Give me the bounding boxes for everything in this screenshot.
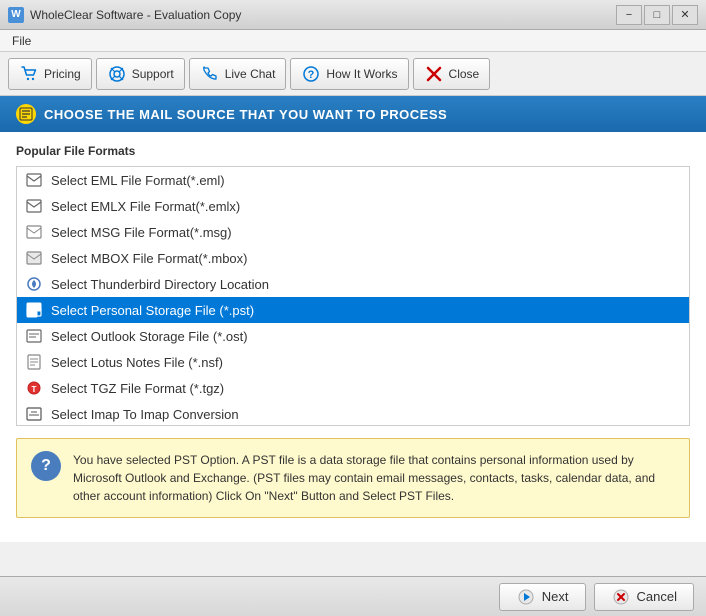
info-icon: ? xyxy=(31,451,61,481)
maximize-button[interactable]: □ xyxy=(644,5,670,25)
msg-icon xyxy=(25,223,43,241)
window-close-button[interactable]: ✕ xyxy=(672,5,698,25)
question-icon: ? xyxy=(301,64,321,84)
support-icon xyxy=(107,64,127,84)
main-content: Popular File Formats Select EML File For… xyxy=(0,132,706,542)
title-bar: W WholeClear Software - Evaluation Copy … xyxy=(0,0,706,30)
next-label: Next xyxy=(542,589,569,604)
svg-text:T: T xyxy=(32,385,37,394)
cancel-label: Cancel xyxy=(637,589,677,604)
ost-icon xyxy=(25,327,43,345)
list-item-nsf[interactable]: Select Lotus Notes File (*.nsf) xyxy=(17,349,689,375)
list-item-ost[interactable]: Select Outlook Storage File (*.ost) xyxy=(17,323,689,349)
menu-file[interactable]: File xyxy=(4,32,39,50)
section-header-text: CHOOSE THE MAIL SOURCE THAT YOU WANT TO … xyxy=(44,107,447,122)
phone-icon xyxy=(200,64,220,84)
eml-label: Select EML File Format(*.eml) xyxy=(51,173,225,188)
emlx-label: Select EMLX File Format(*.emlx) xyxy=(51,199,240,214)
close-x-icon xyxy=(424,64,444,84)
list-item-imap[interactable]: Select Imap To Imap Conversion xyxy=(17,401,689,426)
list-item-msg[interactable]: Select MSG File Format(*.msg) xyxy=(17,219,689,245)
mbox-label: Select MBOX File Format(*.mbox) xyxy=(51,251,248,266)
cancel-button[interactable]: Cancel xyxy=(594,583,694,611)
tgz-icon: T xyxy=(25,379,43,397)
close-app-button[interactable]: Close xyxy=(413,58,491,90)
close-label: Close xyxy=(449,67,480,81)
list-item-tgz[interactable]: T Select TGZ File Format (*.tgz) xyxy=(17,375,689,401)
list-item-emlx[interactable]: Select EMLX File Format(*.emlx) xyxy=(17,193,689,219)
bottom-bar: Next Cancel xyxy=(0,576,706,616)
mbox-icon xyxy=(25,249,43,267)
thunderbird-label: Select Thunderbird Directory Location xyxy=(51,277,269,292)
toolbar: Pricing Support Live Chat xyxy=(0,52,706,96)
svg-text:?: ? xyxy=(308,69,315,81)
live-chat-label: Live Chat xyxy=(225,67,276,81)
eml-icon xyxy=(25,171,43,189)
support-button[interactable]: Support xyxy=(96,58,185,90)
app-icon: W xyxy=(8,7,24,23)
emlx-icon xyxy=(25,197,43,215)
pricing-button[interactable]: Pricing xyxy=(8,58,92,90)
support-label: Support xyxy=(132,67,174,81)
nsf-icon xyxy=(25,353,43,371)
how-it-works-button[interactable]: ? How It Works xyxy=(290,58,408,90)
tgz-label: Select TGZ File Format (*.tgz) xyxy=(51,381,224,396)
menu-bar: File xyxy=(0,30,706,52)
cart-icon xyxy=(19,64,39,84)
how-it-works-label: How It Works xyxy=(326,67,397,81)
list-item-eml[interactable]: Select EML File Format(*.eml) xyxy=(17,167,689,193)
next-button[interactable]: Next xyxy=(499,583,586,611)
list-item-mbox[interactable]: Select MBOX File Format(*.mbox) xyxy=(17,245,689,271)
minimize-button[interactable]: − xyxy=(616,5,642,25)
msg-label: Select MSG File Format(*.msg) xyxy=(51,225,232,240)
pst-label: Select Personal Storage File (*.pst) xyxy=(51,303,254,318)
list-item-pst[interactable]: Select Personal Storage File (*.pst) xyxy=(17,297,689,323)
cancel-icon xyxy=(611,587,631,607)
list-item-thunderbird[interactable]: Select Thunderbird Directory Location xyxy=(17,271,689,297)
ost-label: Select Outlook Storage File (*.ost) xyxy=(51,329,248,344)
pst-icon xyxy=(25,301,43,319)
section-header-icon xyxy=(16,104,36,124)
info-text: You have selected PST Option. A PST file… xyxy=(73,451,675,505)
live-chat-button[interactable]: Live Chat xyxy=(189,58,287,90)
section-header: CHOOSE THE MAIL SOURCE THAT YOU WANT TO … xyxy=(0,96,706,132)
imap-label: Select Imap To Imap Conversion xyxy=(51,407,239,422)
next-icon xyxy=(516,587,536,607)
nsf-label: Select Lotus Notes File (*.nsf) xyxy=(51,355,223,370)
popular-formats-title: Popular File Formats xyxy=(16,144,690,158)
window-controls: − □ ✕ xyxy=(616,5,698,25)
pricing-label: Pricing xyxy=(44,67,81,81)
info-box: ? You have selected PST Option. A PST fi… xyxy=(16,438,690,518)
file-format-list: Select EML File Format(*.eml) Select EML… xyxy=(16,166,690,426)
thunderbird-icon xyxy=(25,275,43,293)
imap-icon xyxy=(25,405,43,423)
window-title: WholeClear Software - Evaluation Copy xyxy=(30,8,616,22)
